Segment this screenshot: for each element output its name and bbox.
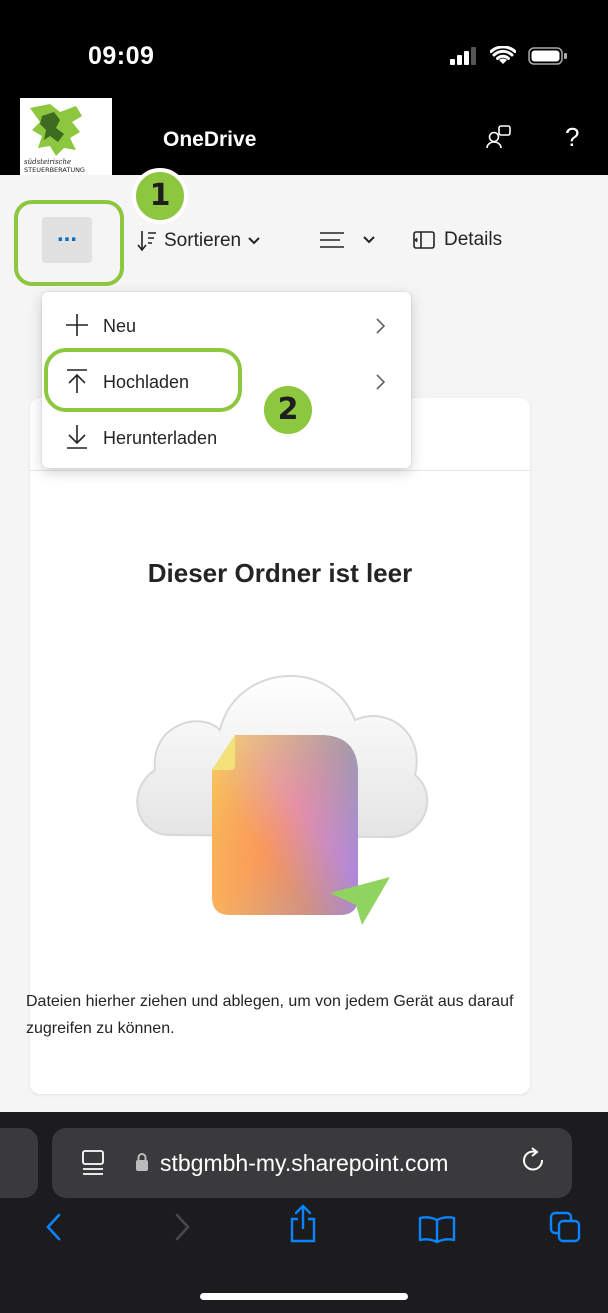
menu-item-download[interactable]: Herunterladen [42,410,411,466]
details-pane-icon [413,231,435,249]
download-icon [67,425,87,449]
chevron-right-icon [376,374,386,390]
url-text: stbgmbh-my.sharepoint.com [160,1150,449,1176]
back-icon[interactable] [44,1212,64,1242]
reload-icon[interactable] [520,1146,548,1176]
home-indicator [200,1293,408,1300]
cellular-signal-icon [450,47,476,65]
details-label: Details [444,229,503,250]
chevron-right-icon [376,318,386,334]
forward-icon[interactable] [172,1212,192,1242]
sort-icon [137,231,156,252]
share-icon[interactable] [288,1204,318,1244]
app-title: OneDrive [163,128,257,151]
annotation-badge-step2: 2 [260,382,316,438]
empty-folder-illustration [136,675,429,925]
tabs-icon[interactable] [548,1210,582,1244]
wifi-icon [490,46,516,64]
logo-text-line2: STEUERBERATUNG [24,166,85,174]
battery-icon [528,47,567,65]
previous-tab-preview[interactable] [0,1128,38,1198]
company-logo[interactable]: südsteirische STEUERBERATUNG [20,98,112,176]
details-button[interactable]: Details [412,229,502,251]
status-time: 09:09 [88,42,155,70]
view-list-icon [320,232,344,248]
menu-item-label: Herunterladen [103,427,218,448]
view-options-button[interactable] [318,229,376,251]
sort-label: Sortieren [164,230,242,251]
page-menu-icon[interactable] [80,1148,106,1176]
logo-text-line1: südsteirische [24,158,71,166]
chevron-down-icon [363,236,375,244]
annotation-badge-step1: 1 [132,168,188,224]
card-divider [30,470,530,471]
empty-folder-title: Dieser Ordner ist leer [147,558,413,588]
people-icon[interactable] [485,122,513,150]
logo-emblem-icon: südsteirische STEUERBERATUNG [20,98,112,176]
menu-item-new[interactable]: Neu [42,298,411,354]
lock-icon [136,1153,148,1171]
status-bar: 09:09 [0,0,608,95]
annotation-ring-more [14,200,124,286]
status-icons [450,46,568,66]
menu-item-label: Neu [103,315,137,336]
chevron-down-icon [248,237,260,245]
sort-button[interactable]: Sortieren [136,229,261,253]
plus-icon [66,314,88,336]
empty-folder-description: Dateien hierher ziehen und ablegen, um v… [26,993,514,1037]
bookmarks-icon[interactable] [417,1214,457,1244]
phone-screen: 09:09 südsteirische STEUERBERATUNG OneDr… [0,0,608,1313]
help-icon[interactable]: ? [565,122,579,153]
annotation-ring-upload [44,348,242,412]
